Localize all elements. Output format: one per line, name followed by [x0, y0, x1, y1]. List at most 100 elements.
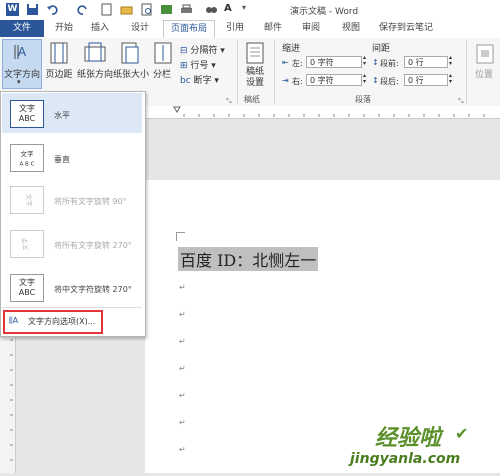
orientation-button[interactable]: 纸张方向: [76, 67, 114, 80]
document-text-line[interactable]: 百度 ID：北恻左一: [178, 247, 319, 271]
position-button[interactable]: 位置: [470, 67, 498, 80]
size-button[interactable]: 纸张大小: [112, 67, 150, 80]
ribbon-separator: [466, 40, 467, 104]
breaks-label: 分隔符: [190, 46, 218, 56]
indent-left-icon: ⇤: [282, 58, 289, 67]
tab-file[interactable]: 文件: [0, 20, 44, 37]
space-after-icon: ↕: [372, 76, 379, 85]
paragraph-mark: ↵: [179, 418, 186, 427]
menu-divider: [2, 307, 142, 308]
vertical-text-icon: 文字 A B C: [10, 144, 44, 172]
indent-right-input[interactable]: 0 字符: [306, 74, 362, 86]
ruler-ticks: [173, 106, 485, 117]
space-after-spinner[interactable]: ▴ ▾: [449, 73, 452, 85]
breaks-button[interactable]: ⊟ 分隔符 ▾: [180, 43, 225, 56]
tab-review[interactable]: 审阅: [296, 20, 326, 37]
tab-view[interactable]: 视图: [336, 20, 366, 37]
save-icon[interactable]: [26, 3, 39, 16]
tab-layout[interactable]: 页面布局: [163, 20, 215, 39]
line-numbers-icon: ⊞: [180, 61, 188, 71]
indent-right-spinner[interactable]: ▴ ▾: [363, 73, 366, 85]
format-painter-icon[interactable]: [160, 3, 173, 16]
svg-text:文字: 文字: [20, 237, 29, 251]
rotate-90-icon: 文字: [10, 186, 44, 214]
indent-label: 缩进: [282, 44, 301, 54]
manuscript-label-1: 稿纸: [245, 67, 264, 77]
ribbon-separator: [237, 40, 238, 104]
space-before-spinner[interactable]: ▴ ▾: [449, 55, 452, 67]
menu-item-horizontal-label: 水平: [54, 111, 70, 120]
columns-button[interactable]: 分栏: [150, 67, 174, 80]
svg-text:A B C: A B C: [19, 161, 34, 167]
ribbon-separator: [274, 40, 275, 104]
space-before-label: 段前:: [380, 59, 399, 68]
text-direction-options-icon: ⫼A: [9, 316, 19, 325]
hyphenation-icon: bc: [180, 76, 191, 86]
svg-text:文字: 文字: [21, 149, 35, 158]
margins-button[interactable]: 页边距: [42, 67, 76, 80]
manuscript-label-2: 设置: [245, 78, 264, 88]
paragraph-mark: ↵: [179, 445, 186, 454]
indent-right-label: 右:: [292, 77, 303, 86]
tab-home[interactable]: 开始: [50, 20, 78, 37]
indent-left-label: 左:: [292, 59, 303, 68]
indent-left-spinner[interactable]: ▴ ▾: [363, 55, 366, 67]
tab-references[interactable]: 引用: [220, 20, 250, 37]
margins-icon: [50, 42, 68, 64]
watermark-url: jingyanla.com: [350, 451, 461, 467]
tab-design[interactable]: 设计: [122, 20, 158, 37]
paragraph-mark: ↵: [179, 391, 186, 400]
space-before-icon: ↕: [372, 58, 379, 67]
space-after-label: 段后:: [380, 77, 399, 86]
columns-icon: [154, 42, 172, 64]
tab-mailings[interactable]: 邮件: [258, 20, 288, 37]
text-direction-label: 文字方向: [3, 70, 40, 80]
hyphenation-button[interactable]: bc 断字 ▾: [180, 73, 219, 86]
tab-insert[interactable]: 插入: [86, 20, 114, 37]
vertical-ruler[interactable]: [0, 330, 16, 473]
menu-item-rotate-cjk-270-label: 将中文字符旋转 270°: [54, 285, 132, 294]
manuscript-button[interactable]: 稿纸 设置: [240, 67, 270, 89]
space-after-input[interactable]: 0 行: [404, 74, 448, 86]
page-setup-launcher-icon[interactable]: ⤡: [226, 97, 232, 106]
paragraph-mark: ↵: [179, 310, 186, 319]
horizontal-ruler[interactable]: [144, 106, 500, 119]
paragraph-mark: ↵: [179, 283, 186, 292]
indent-left-input[interactable]: 0 字符: [306, 56, 362, 68]
manuscript-icon: [246, 42, 264, 64]
paragraph-mark: ↵: [179, 364, 186, 373]
vertical-ruler-ticks: [10, 339, 13, 461]
spacing-label: 间距: [372, 44, 391, 54]
document-page[interactable]: [145, 180, 500, 473]
space-before-input[interactable]: 0 行: [404, 56, 448, 68]
paragraph-launcher-icon[interactable]: ⤡: [458, 97, 464, 106]
menu-item-rotate-90-label: 将所有文字旋转 90°: [54, 197, 127, 206]
indent-right-icon: ⇥: [282, 76, 289, 85]
margin-corner-mark: [176, 232, 185, 241]
rotate-270-icon: 文字: [10, 230, 44, 258]
find-icon[interactable]: [205, 3, 218, 16]
hyphenation-label: 断字: [193, 76, 212, 86]
svg-text:文字: 文字: [25, 194, 34, 208]
text-direction-options-label: 文字方向选项(X)...: [28, 317, 96, 326]
new-icon[interactable]: [100, 3, 113, 16]
text-direction-icon: A: [14, 45, 27, 59]
quick-print-icon[interactable]: [180, 3, 193, 16]
horizontal-text-icon: 文字 ABC: [10, 100, 44, 128]
customize-icon[interactable]: ▾: [242, 3, 255, 16]
line-numbers-button[interactable]: ⊞ 行号 ▾: [180, 58, 216, 71]
svg-text:A: A: [18, 45, 27, 59]
paragraph-mark: ↵: [179, 337, 186, 346]
menu-item-rotate-270-label: 将所有文字旋转 270°: [54, 241, 132, 250]
rotate-cjk-270-icon: 文字 ABC: [10, 274, 44, 302]
redo-icon[interactable]: [76, 3, 89, 16]
watermark-brand: 经验啦: [375, 426, 442, 451]
print-preview-icon[interactable]: [140, 3, 153, 16]
chevron-down-icon: ▾: [17, 78, 21, 86]
window-title: 演示文稿 - Word: [290, 7, 359, 17]
open-icon[interactable]: [120, 3, 133, 16]
font-color-icon[interactable]: A: [224, 3, 237, 16]
tab-cloud-note[interactable]: 保存到云笔记: [374, 20, 438, 37]
undo-icon[interactable]: [46, 3, 59, 16]
menu-item-vertical-label: 垂直: [54, 155, 70, 164]
